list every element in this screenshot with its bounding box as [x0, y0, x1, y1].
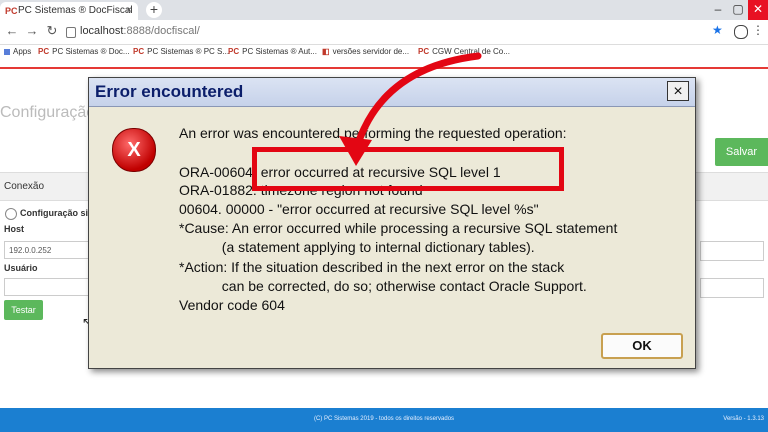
annotation-arrow-icon	[339, 52, 482, 166]
